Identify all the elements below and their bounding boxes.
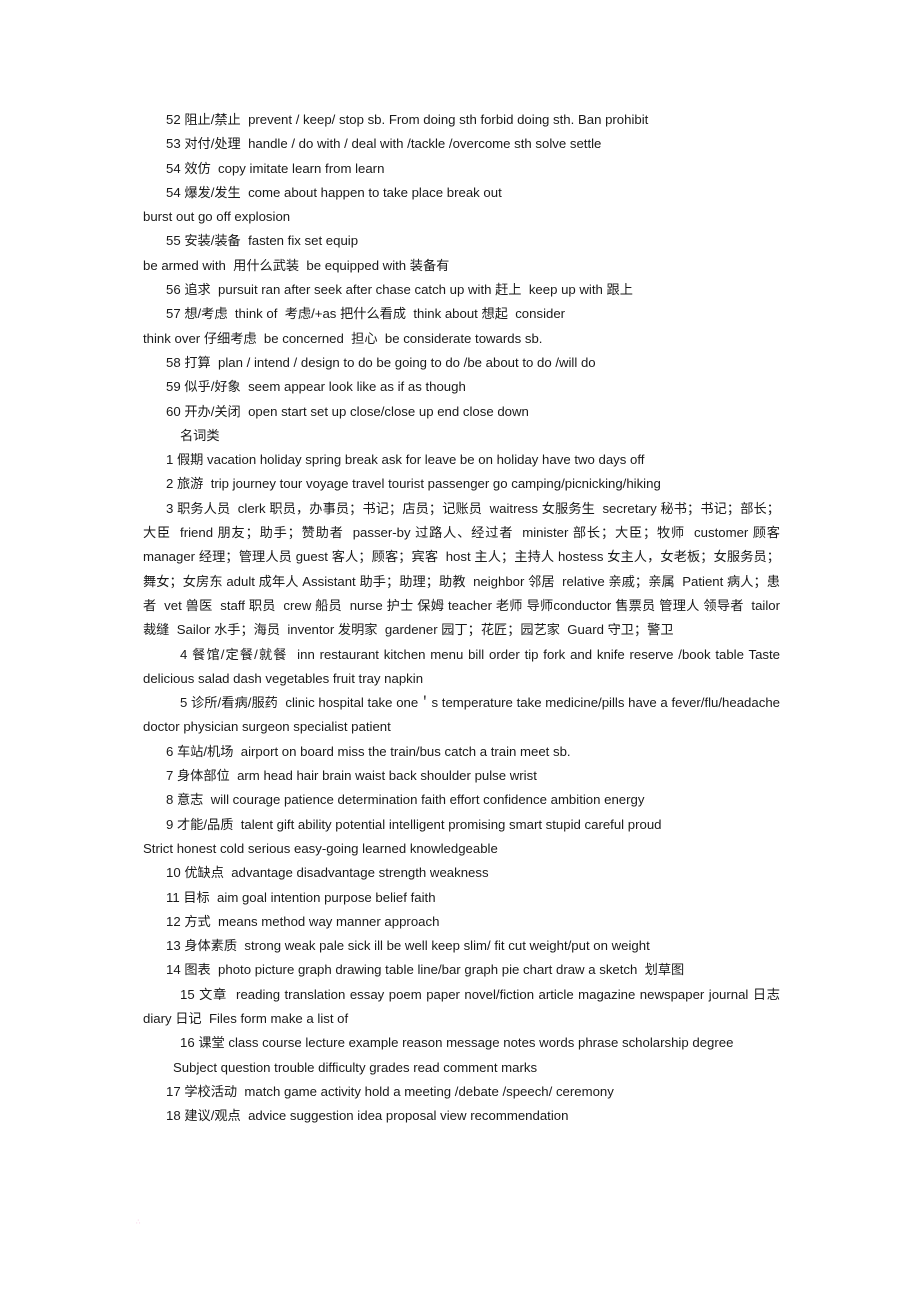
vocab-line: 17 学校活动 match game activity hold a meeti… [166,1083,614,1099]
vocab-line-continuation: be armed with 用什么武装 be equipped with 装备有 [143,257,450,273]
vocab-paragraph: 16 课堂 class course lecture example reaso… [180,1035,734,1051]
vocab-line: 56 追求 pursuit ran after seek after chase… [166,282,633,298]
vocab-line-continuation: think over 仔细考虑 be concerned 担心 be consi… [143,330,543,346]
vocab-line: 58 打算 plan / intend / design to do be go… [166,354,596,370]
vocab-line: 55 安装/装备 fasten fix set equip [166,233,359,249]
vocab-paragraph: 15 文章 reading translation essay poem pap… [143,986,788,1026]
vocab-line: 2 旅游 trip journey tour voyage travel tou… [166,476,661,492]
vocab-line: 6 车站/机场 airport on board miss the train/… [166,743,571,759]
vocab-line: 12 方式 means method way manner approach [166,913,440,929]
vocab-line: 52 阻止/禁止 prevent / keep/ stop sb. From d… [166,112,649,127]
vocab-line: 11 目标 aim goal intention purpose belief … [166,889,436,905]
vocab-line: 60 开办/关闭 open start set up close/close u… [166,403,529,419]
vocab-line: 53 对付/处理 handle / do with / deal with /t… [166,136,602,152]
vocab-line: 57 想/考虑 think of 考虑/+as 把什么看成 think abou… [166,306,566,322]
vocab-line: 8 意志 will courage patience determination… [166,792,645,808]
vocab-paragraph: 4 餐馆/定餐/就餐 inn restaurant kitchen menu b… [143,646,784,686]
vocab-paragraph: 5 诊所/看病/服药 clinic hospital take one＇s te… [143,695,784,735]
vocab-line: 54 爆发/发生 come about happen to take place… [166,184,502,200]
vocab-line: 10 优缺点 advantage disadvantage strength w… [166,865,489,881]
section-heading-nouns: 名词类 [180,427,220,443]
vocab-line: 18 建议/观点 advice suggestion idea proposal… [166,1108,569,1124]
vocab-line: 1 假期 vacation holiday spring break ask f… [166,452,645,468]
vocab-line: 14 图表 photo picture graph drawing table … [166,962,685,978]
scan-artifact-mark: ∴ [136,1218,141,1226]
vocab-line-continuation: burst out go off explosion [143,209,291,225]
vocab-line-continuation: Subject question trouble difficulty grad… [173,1059,538,1075]
vocab-line: 7 身体部位 arm head hair brain waist back sh… [166,768,537,784]
vocab-paragraph: 3 职务人员 clerk 职员，办事员；书记；店员；记账员 waitress 女… [143,500,788,638]
vocab-line: 13 身体素质 strong weak pale sick ill be wel… [166,938,650,954]
document-text-body: 52 阻止/禁止 prevent / keep/ stop sb. From d… [143,108,780,1128]
vocab-line: 59 似乎/好象 seem appear look like as if as … [166,379,466,395]
document-page: 52 阻止/禁止 prevent / keep/ stop sb. From d… [0,0,920,1302]
vocab-line: 9 才能/品质 talent gift ability potential in… [166,816,662,832]
vocab-line: 54 效仿 copy imitate learn from learn [166,160,385,176]
vocab-line-continuation: Strict honest cold serious easy-going le… [143,840,498,856]
